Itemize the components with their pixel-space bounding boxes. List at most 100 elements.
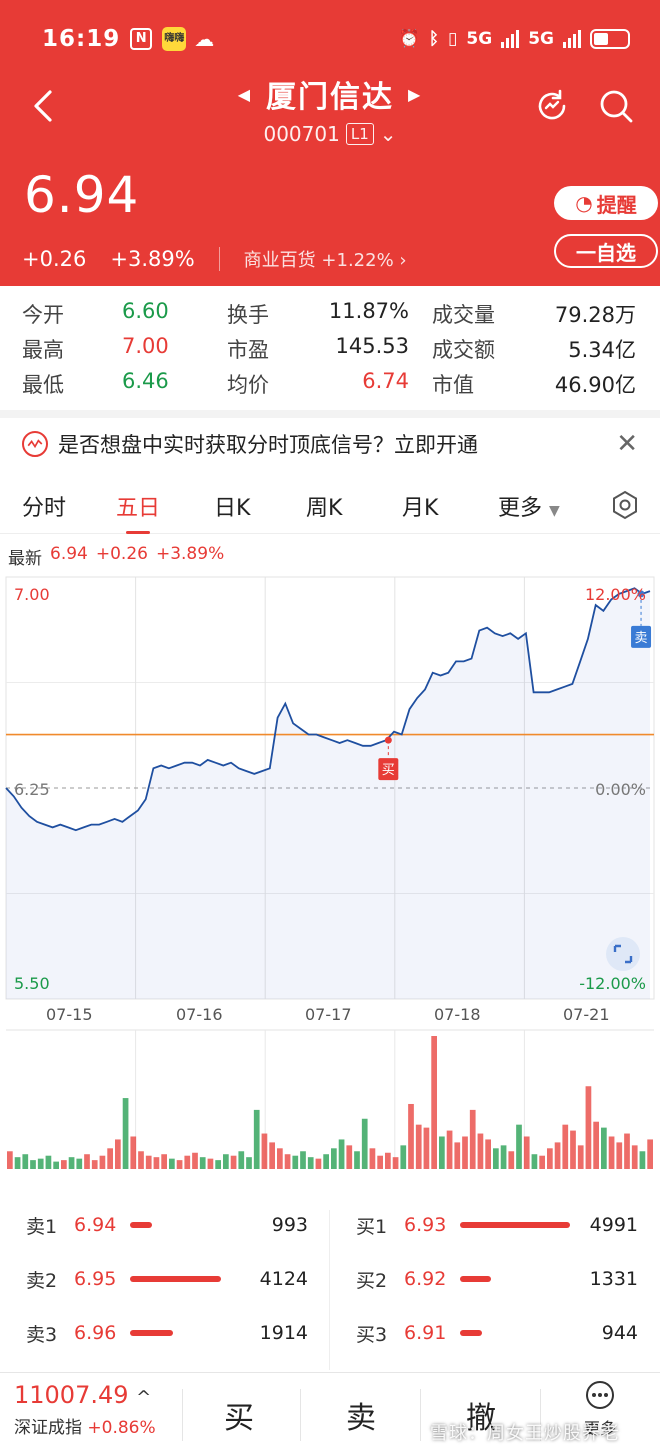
volume-bar — [593, 1121, 599, 1169]
chart-tabs: 分时 五日 日K 周K 月K 更多 ▼ — [0, 478, 660, 534]
buy-order-row[interactable]: 买3 6.91 944 — [330, 1318, 660, 1348]
app-notification-icon: 嗨嗨 — [162, 27, 187, 51]
expand-icon — [606, 937, 640, 971]
order-level: 买1 — [356, 1215, 388, 1238]
volume-bar — [624, 1133, 630, 1169]
volume-bar — [145, 1155, 152, 1169]
volume-bar — [439, 1136, 445, 1169]
tab-five-day[interactable]: 五日 — [116, 490, 160, 522]
index-ticker[interactable]: 11007.49 ^ 深证成指 +0.86% — [14, 1381, 156, 1438]
volume-bar — [22, 1154, 29, 1169]
quote-cell: 最高 7.00 — [22, 334, 227, 364]
watermark: 雪球：周女王炒股养老 — [430, 1423, 620, 1444]
sell-order-row[interactable]: 卖1 6.94 993 — [0, 1210, 330, 1240]
current-price: 6.94 — [24, 166, 140, 224]
quote-key: 成交额 — [432, 337, 495, 362]
volume-bar — [199, 1157, 206, 1169]
volume-bar — [315, 1158, 322, 1169]
buy-button[interactable]: 买 — [224, 1393, 254, 1437]
order-price: 6.93 — [404, 1214, 447, 1236]
tab-intraday[interactable]: 分时 — [22, 490, 66, 522]
wechat-icon: ☁ — [194, 27, 215, 51]
volume-bar — [253, 1109, 260, 1169]
stock-name: 厦门信达 — [266, 80, 394, 115]
volume-bar — [238, 1151, 245, 1169]
volume-bar — [122, 1098, 129, 1169]
pct-label-low: -12.00% — [579, 974, 646, 993]
volume-bar — [354, 1151, 360, 1169]
chart-canvas[interactable]: 卖买 — [0, 575, 660, 1215]
buy-order-row[interactable]: 买2 6.92 1331 — [330, 1264, 660, 1294]
volume-bar — [269, 1142, 275, 1169]
tab-weekly-k[interactable]: 周K — [306, 490, 342, 522]
quote-key: 换手 — [227, 302, 269, 327]
divider — [218, 247, 220, 271]
volume-bar — [7, 1151, 13, 1169]
volume-bar — [639, 1151, 646, 1169]
refresh-icon[interactable] — [534, 88, 570, 124]
volume-bar — [608, 1136, 615, 1169]
order-volume-bar — [460, 1276, 491, 1282]
next-stock-icon[interactable]: ▶ — [408, 85, 422, 104]
volume-bar — [346, 1145, 353, 1169]
status-time: 16:19 — [42, 26, 121, 52]
sector-name: 商业百货 — [243, 250, 316, 271]
search-icon[interactable] — [598, 88, 634, 124]
volume-bar — [323, 1154, 329, 1169]
volume-bar — [385, 1152, 391, 1169]
tab-monthly-k[interactable]: 月K — [402, 490, 438, 522]
caret-down-icon: ▼ — [549, 503, 560, 519]
settings-icon[interactable] — [610, 490, 640, 520]
volume-bar — [37, 1158, 44, 1169]
quote-grid: 今开 6.60 换手 11.87% 成交量 79.28万 最高 7.00 市盈 145.53 成交额… — [22, 296, 642, 401]
sector-link[interactable]: 商业百货 +1.22% › — [244, 246, 407, 272]
tab-daily-k[interactable]: 日K — [214, 490, 250, 522]
volume-bar — [153, 1157, 160, 1169]
stock-header: 16:19 N 嗨嗨 ☁ ⏰ ᛒ ▯ 5G 5G ◀ 厦门信达 ▶ 000701 — [0, 0, 660, 286]
tab-more[interactable]: 更多 ▼ — [498, 490, 560, 522]
signal-label: 买 — [382, 763, 395, 778]
prev-stock-icon[interactable]: ◀ — [238, 85, 252, 104]
x-label-0: 07-15 — [46, 1005, 93, 1024]
quote-cell: 换手 11.87% — [227, 299, 432, 329]
add-favorite-button[interactable]: 一自选 — [554, 234, 658, 268]
sell-orders: 卖1 6.94 993 卖2 6.95 4124 卖3 6.96 1914 — [0, 1210, 330, 1370]
buy-order-row[interactable]: 买1 6.93 4991 — [330, 1210, 660, 1240]
volume-bar — [523, 1136, 530, 1169]
quote-cell: 成交量 79.28万 — [432, 299, 642, 329]
volume-bar — [647, 1139, 653, 1169]
sell-button[interactable]: 卖 — [346, 1393, 376, 1437]
volume-bar — [485, 1139, 491, 1169]
volume-bar — [454, 1142, 461, 1169]
close-icon[interactable]: ✕ — [616, 429, 638, 459]
volume-bar — [338, 1139, 345, 1169]
more-dots-icon — [586, 1381, 614, 1409]
volume-bar — [261, 1133, 268, 1169]
volume-bar — [223, 1154, 229, 1169]
volume-bar — [307, 1157, 314, 1169]
quote-key: 均价 — [227, 372, 269, 397]
five-day-chart[interactable]: 卖买 7.00 6.25 5.50 12.00% 0.00% -12.00% 0… — [0, 575, 660, 1215]
remind-button[interactable]: ◔ 提醒 — [554, 186, 658, 220]
pct-label-mid: 0.00% — [595, 780, 646, 799]
volume-bar — [230, 1155, 237, 1169]
signal-promo-banner[interactable]: 是否想盘中实时获取分时顶底信号？立即开通 ✕ — [0, 410, 660, 470]
tab-more-label: 更多 — [498, 496, 543, 521]
sell-order-row[interactable]: 卖3 6.96 1914 — [0, 1318, 330, 1348]
sell-order-row[interactable]: 卖2 6.95 4124 — [0, 1264, 330, 1294]
stock-title: ◀ 厦门信达 ▶ — [238, 72, 423, 116]
signal-icon — [22, 431, 48, 457]
order-level: 买3 — [356, 1323, 388, 1346]
stock-code-line[interactable]: 000701 L1 ⌄ — [263, 122, 396, 146]
y-label-low: 5.50 — [14, 974, 50, 993]
x-label-4: 07-21 — [563, 1005, 610, 1024]
volume-bar — [176, 1160, 183, 1169]
signal-label: 卖 — [635, 631, 648, 646]
alert-icon: ◔ — [575, 191, 593, 215]
index-value-line: 11007.49 ^ — [14, 1381, 156, 1409]
volume-bar — [76, 1158, 83, 1169]
order-volume-bar — [130, 1276, 221, 1282]
order-level: 卖2 — [26, 1269, 58, 1292]
y-label-high: 7.00 — [14, 585, 50, 604]
quote-row: 今开 6.60 换手 11.87% 成交量 79.28万 — [22, 296, 642, 331]
